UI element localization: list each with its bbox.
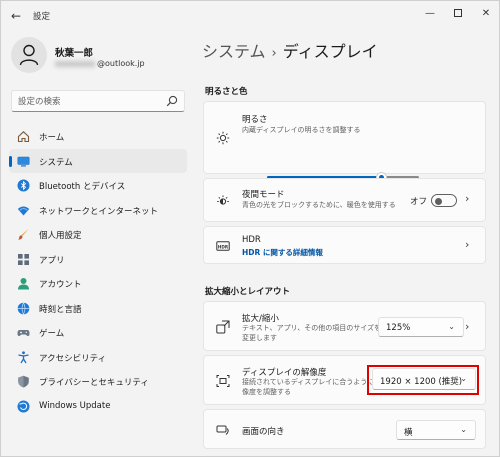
sidebar-item-label: Windows Update [39,400,111,411]
windows-update-icon [17,400,30,412]
sidebar-nav: ホーム システム Bluetooth とデバイス ネットワークとインターネット [9,124,187,418]
scale-icon [216,320,230,334]
sidebar-item-accounts[interactable]: アカウント [9,271,187,296]
hdr-icon: HDR [216,241,230,251]
scale-dropdown-value: 125% [386,323,411,333]
scale-dropdown[interactable]: 125% ⌄ [378,317,464,337]
chevron-right-icon[interactable]: › [465,321,473,332]
night-light-toggle[interactable] [431,194,457,207]
highlight-box [367,365,479,395]
chevron-right-icon[interactable]: › [465,193,473,204]
section-title-brightness-color: 明るさと色 [205,87,248,97]
bluetooth-icon [17,179,30,192]
orientation-title: 画面の向き [242,427,285,437]
brightness-card: 明るさ 内蔵ディスプレイの明るさを調整する [203,101,486,183]
sidebar-item-personalization[interactable]: 個人用設定 [9,222,187,247]
sidebar-item-label: ホーム [39,133,65,143]
user-icon [19,44,39,66]
close-button[interactable]: ✕ [475,5,497,23]
profile-email: @outlook.jp [55,59,145,68]
minimize-button[interactable]: — [419,5,441,23]
section-title-scale-layout: 拡大縮小とレイアウト [205,287,291,297]
breadcrumb-separator: › [271,46,277,61]
night-light-toggle-label: オフ [409,197,427,207]
brightness-sun-icon [216,131,230,145]
sidebar-item-label: アクセシビリティ [39,353,107,364]
accessibility-icon [18,350,29,363]
brush-icon [18,229,29,240]
hdr-title: HDR [242,235,261,245]
night-light-description: 青色の光をブロックするために、暖色を使用する [242,201,396,209]
email-redacted [55,60,95,67]
avatar[interactable] [11,37,47,73]
back-arrow-icon[interactable]: ← [11,9,25,23]
toggle-knob [435,197,442,205]
email-domain: @outlook.jp [97,59,145,68]
sidebar-item-accessibility[interactable]: アクセシビリティ [9,345,187,370]
resolution-description: 接続されているディスプレイに合うように解像度を調整する [242,378,382,396]
sidebar-item-label: ゲーム [39,329,65,339]
sidebar-item-windows-update[interactable]: Windows Update [9,394,187,419]
hdr-card[interactable]: HDR HDR HDR に関する詳細情報 › [203,226,486,264]
night-light-icon [217,195,229,205]
system-monitor-icon [17,156,30,166]
settings-search[interactable] [11,90,185,112]
sidebar-item-label: 時刻と言語 [39,304,82,315]
maximize-button[interactable] [447,5,469,23]
sidebar-item-apps[interactable]: アプリ [9,247,187,272]
sidebar-item-label: システム [39,157,73,168]
night-light-title: 夜間モード [242,190,285,200]
sidebar-item-time-language[interactable]: 時刻と言語 [9,296,187,321]
chevron-down-icon: ⌄ [448,322,455,331]
sidebar-item-label: アプリ [39,255,65,266]
gamepad-icon [17,330,30,337]
chevron-down-icon: ⌄ [460,425,467,434]
sidebar-item-label: Bluetooth とデバイス [39,182,126,192]
chevron-right-icon[interactable]: › [465,239,473,250]
sidebar-item-label: ネットワークとインターネット [39,206,159,217]
brightness-title: 明るさ [242,115,268,125]
svg-text:HDR: HDR [218,244,229,249]
scale-card: 拡大/縮小 テキスト、アプリ、その他の項目のサイズを変更します 125% ⌄ › [203,301,486,351]
orientation-dropdown[interactable]: 横 ⌄ [396,420,476,440]
scale-description: テキスト、アプリ、その他の項目のサイズを変更します [242,324,382,342]
sidebar-item-label: 個人用設定 [39,231,82,241]
profile-name: 秋葉一郎 [55,48,94,59]
time-language-icon [17,302,30,314]
brightness-description: 内蔵ディスプレイの明るさを調整する [242,126,361,134]
breadcrumb-parent[interactable]: システム [202,42,266,61]
apps-icon [18,253,29,265]
page-title: ディスプレイ [282,42,378,61]
orientation-dropdown-value: 横 [404,428,413,438]
sidebar-item-home[interactable]: ホーム [9,124,187,149]
night-light-card[interactable]: 夜間モード 青色の光をブロックするために、暖色を使用する オフ › [203,178,486,222]
sidebar-item-gaming[interactable]: ゲーム [9,320,187,345]
orientation-icon [216,425,229,435]
title-bar: ← 設定 — ✕ [1,1,499,31]
sidebar-item-network[interactable]: ネットワークとインターネット [9,198,187,223]
wifi-icon [17,206,30,215]
sidebar-item-bluetooth[interactable]: Bluetooth とデバイス [9,173,187,198]
search-input[interactable] [18,94,168,109]
window-title: 設定 [33,12,51,22]
sidebar-item-label: プライバシーとセキュリティ [39,378,149,388]
resolution-icon [216,375,230,387]
sidebar-item-privacy-security[interactable]: プライバシーとセキュリティ [9,369,187,394]
home-icon [17,131,30,143]
breadcrumb: システム › ディスプレイ [202,38,378,62]
sidebar-item-system[interactable]: システム [9,148,187,173]
orientation-card: 画面の向き 横 ⌄ [203,409,486,449]
search-icon[interactable] [166,95,178,107]
hdr-learn-more-link[interactable]: HDR に関する詳細情報 [242,247,323,258]
sidebar-item-label: アカウント [39,280,82,290]
maximize-icon [454,9,462,17]
account-icon [18,278,29,290]
shield-icon [18,375,29,388]
settings-window: ← 設定 — ✕ 秋葉一郎 @outlook.jp ホーム [0,0,500,457]
